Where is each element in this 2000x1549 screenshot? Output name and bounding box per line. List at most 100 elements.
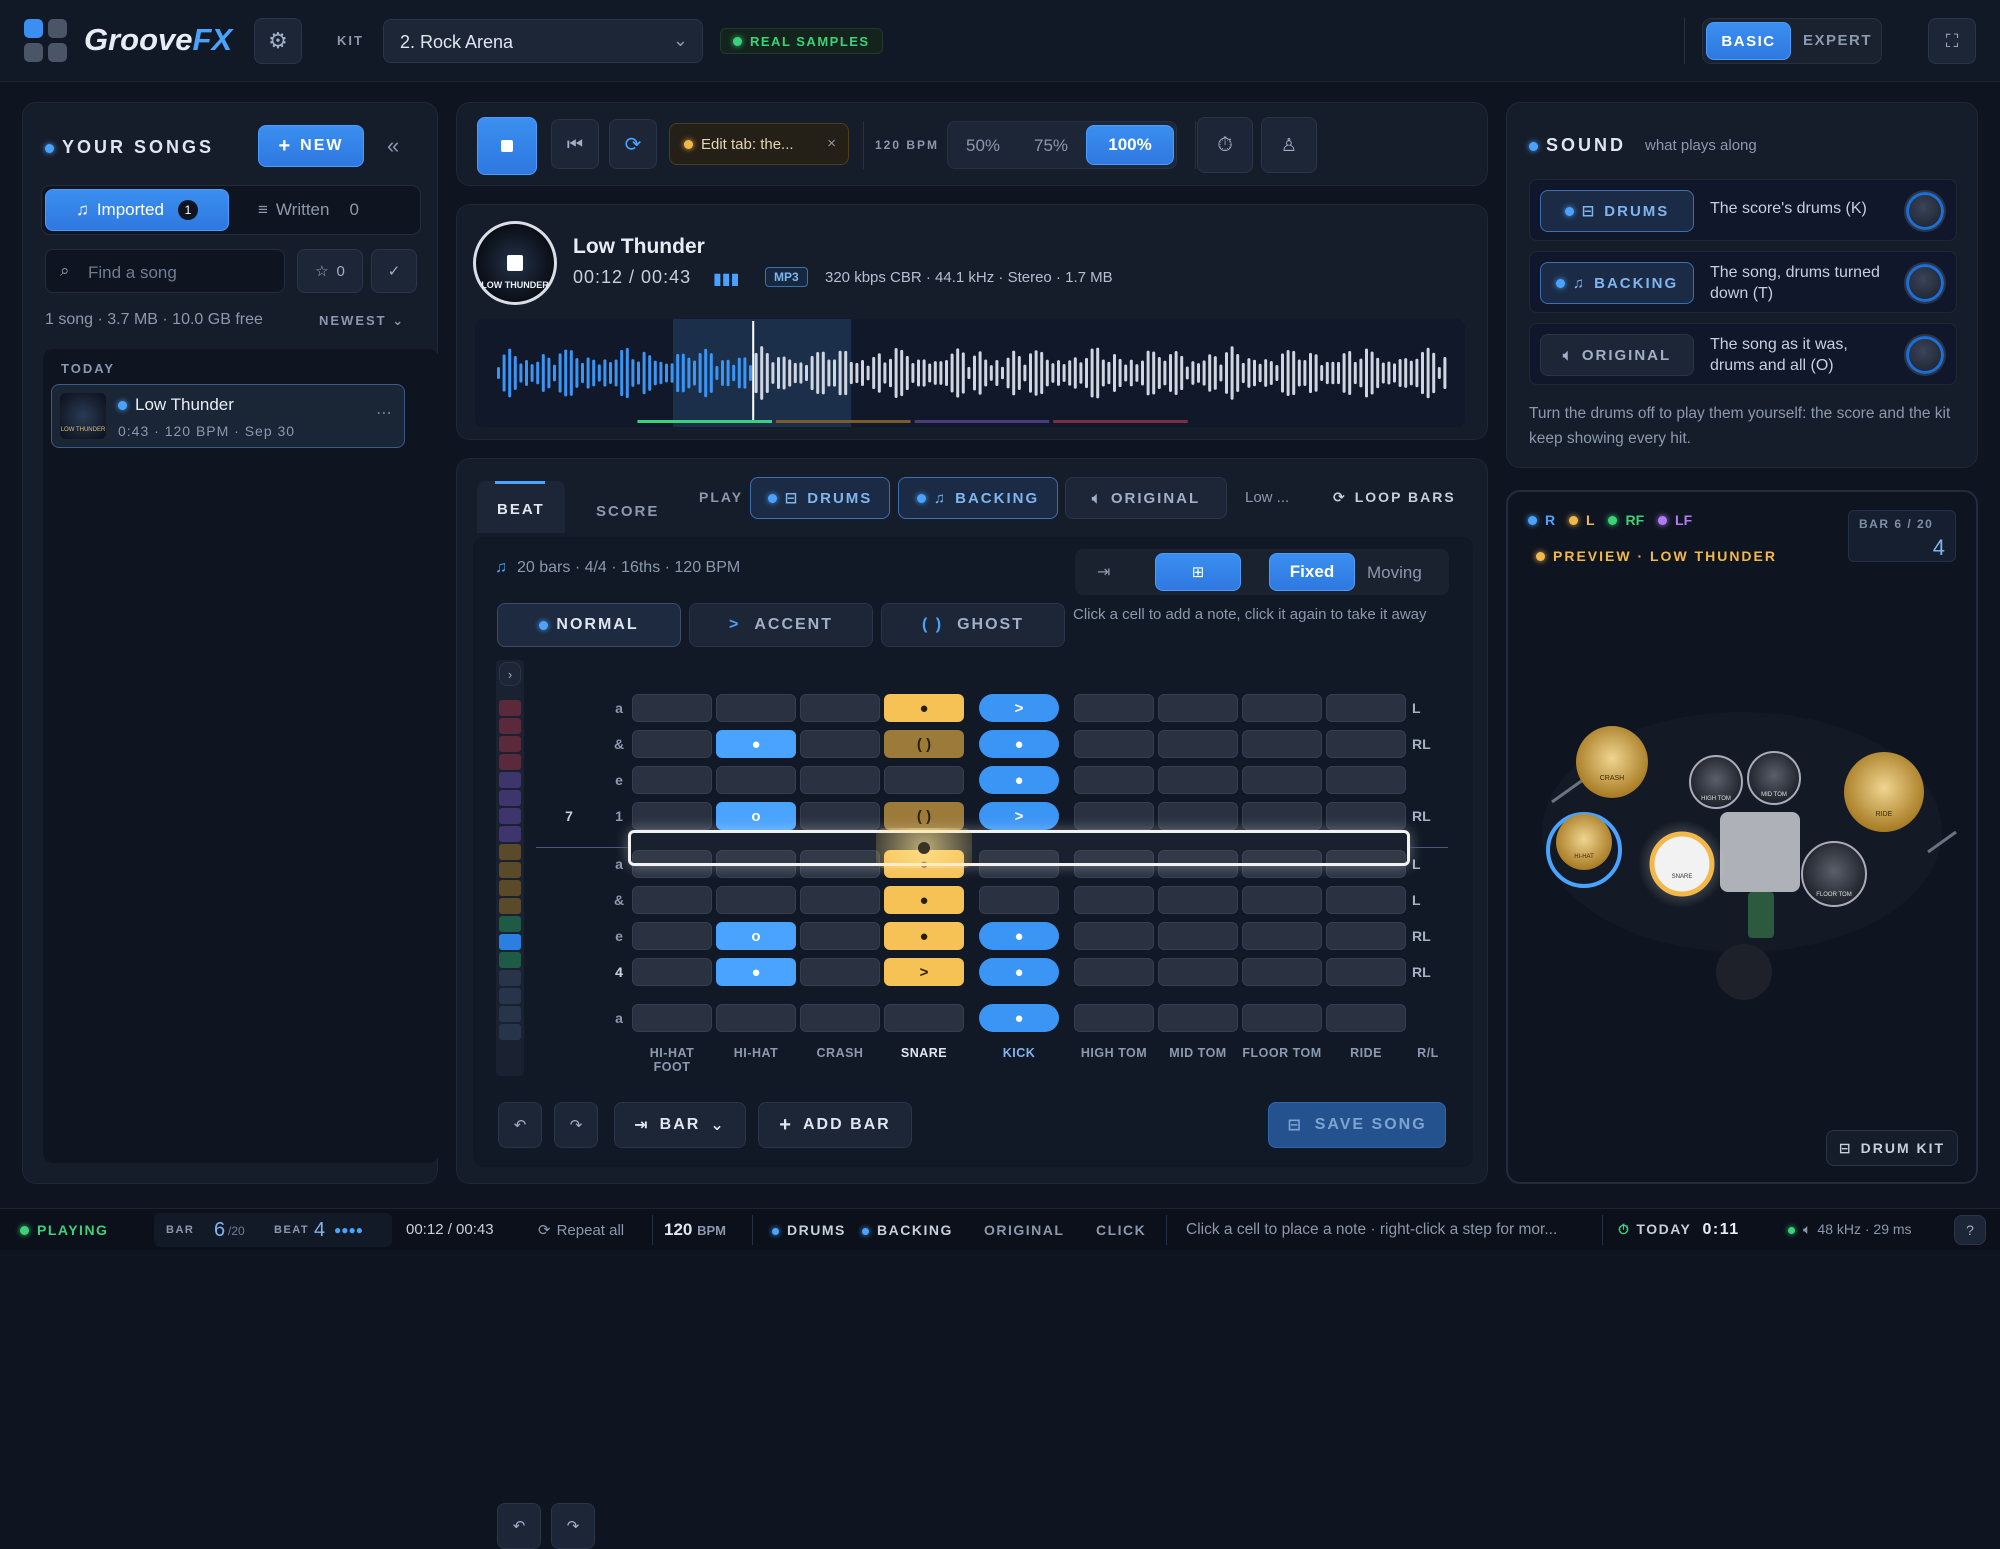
empty-cell[interactable] — [1326, 1004, 1406, 1032]
note-cell[interactable]: > — [979, 694, 1059, 722]
empty-cell[interactable] — [1074, 802, 1154, 830]
bar-strip[interactable] — [499, 736, 521, 752]
empty-cell[interactable] — [1242, 922, 1322, 950]
mode-expert-button[interactable]: EXPERT — [1803, 32, 1872, 49]
rewind-button[interactable]: ⏮ — [551, 119, 599, 169]
status-original[interactable]: ORIGINAL — [984, 1222, 1064, 1238]
settings-button[interactable]: ⚙ — [254, 18, 302, 64]
bar-strip[interactable] — [499, 934, 521, 950]
empty-cell[interactable] — [1158, 1004, 1238, 1032]
section-marker[interactable] — [1053, 420, 1188, 423]
empty-cell[interactable] — [1242, 766, 1322, 794]
empty-cell[interactable] — [1242, 802, 1322, 830]
empty-cell[interactable] — [1158, 766, 1238, 794]
empty-cell[interactable] — [632, 730, 712, 758]
metronome-button[interactable]: ♙ — [1261, 117, 1317, 173]
bar-strip[interactable] — [499, 700, 521, 716]
bar-menu-button[interactable]: ⇥ BAR ⌄ — [614, 1102, 746, 1148]
empty-cell[interactable] — [1074, 694, 1154, 722]
empty-cell[interactable] — [1158, 802, 1238, 830]
sound-backing-toggle[interactable]: ♫ BACKING — [1540, 262, 1694, 304]
search-input[interactable]: ⌕ Find a song — [45, 249, 285, 293]
empty-cell[interactable] — [800, 958, 880, 986]
empty-cell[interactable] — [1158, 886, 1238, 914]
note-cell[interactable]: ● — [979, 730, 1059, 758]
sort-select[interactable]: NEWEST ⌄ — [319, 313, 405, 329]
empty-cell[interactable] — [800, 766, 880, 794]
empty-cell[interactable] — [1074, 886, 1154, 914]
play-drums-toggle[interactable]: ⊟ DRUMS — [750, 477, 890, 519]
status-drums[interactable]: DRUMS — [772, 1222, 846, 1238]
drum-kit-button[interactable]: ⊟ DRUM KIT — [1826, 1130, 1958, 1166]
empty-cell[interactable] — [632, 958, 712, 986]
section-marker[interactable] — [914, 420, 1050, 423]
empty-cell[interactable] — [1326, 922, 1406, 950]
note-cell[interactable]: ● — [716, 730, 796, 758]
align-icon[interactable]: ⇥ — [1097, 562, 1110, 582]
bar-strip[interactable] — [499, 718, 521, 734]
kit-select[interactable]: 2. Rock Arena ⌄ — [383, 19, 703, 63]
empty-cell[interactable] — [800, 886, 880, 914]
help-button[interactable]: ? — [1954, 1215, 1986, 1245]
empty-cell[interactable] — [1158, 730, 1238, 758]
note-normal-button[interactable]: NORMAL — [497, 603, 681, 647]
empty-cell[interactable] — [1242, 886, 1322, 914]
tab-score[interactable]: SCORE — [596, 503, 659, 520]
bar-strip[interactable] — [499, 808, 521, 824]
note-cell[interactable]: ● — [884, 922, 964, 950]
empty-cell[interactable] — [800, 922, 880, 950]
note-cell[interactable]: ( ) — [884, 802, 964, 830]
song-item[interactable]: LOW THUNDER Low Thunder 0:43 · 120 BPM ·… — [51, 384, 405, 448]
section-marker[interactable] — [776, 420, 911, 423]
note-cell[interactable]: ● — [979, 1004, 1059, 1032]
tab-beat[interactable]: BEAT — [477, 481, 565, 533]
add-bar-button[interactable]: + ADD BAR — [758, 1102, 912, 1148]
speed-100-button[interactable]: 100% — [1086, 125, 1174, 165]
empty-cell[interactable] — [716, 886, 796, 914]
bar-strip[interactable] — [499, 970, 521, 986]
empty-cell[interactable] — [1326, 694, 1406, 722]
loop-toggle-button[interactable]: ⟳ — [609, 119, 657, 169]
empty-cell[interactable] — [1326, 730, 1406, 758]
empty-cell[interactable] — [632, 886, 712, 914]
playhead[interactable] — [752, 321, 755, 421]
empty-cell[interactable] — [1242, 1004, 1322, 1032]
play-low-select[interactable]: Low ... — [1245, 489, 1289, 506]
loop-bars-button[interactable]: ⟳ LOOP BARS — [1333, 489, 1456, 506]
timer-button[interactable]: ⏱ — [1197, 117, 1253, 173]
undo-button[interactable]: ↶ — [497, 1503, 541, 1549]
empty-cell[interactable] — [1158, 958, 1238, 986]
new-song-button[interactable]: + NEW — [258, 125, 364, 167]
backing-volume-knob[interactable] — [1904, 262, 1946, 304]
bar-strip[interactable] — [499, 826, 521, 842]
favorites-filter-button[interactable]: ☆ 0 — [297, 249, 363, 293]
status-click[interactable]: CLICK — [1096, 1222, 1146, 1238]
bar-strip[interactable] — [499, 988, 521, 1004]
empty-cell[interactable] — [979, 886, 1059, 914]
more-icon[interactable]: ⋯ — [376, 403, 392, 423]
empty-cell[interactable] — [800, 1004, 880, 1032]
speed-50-button[interactable]: 50% — [966, 136, 1000, 156]
status-backing[interactable]: BACKING — [862, 1222, 953, 1238]
empty-cell[interactable] — [632, 1004, 712, 1032]
chevron-right-icon[interactable]: › — [499, 662, 521, 686]
waveform[interactable] — [475, 319, 1465, 427]
mode-basic-button[interactable]: BASIC — [1706, 22, 1791, 60]
note-cell[interactable]: > — [979, 802, 1059, 830]
fixed-view-button[interactable]: Fixed — [1269, 553, 1355, 591]
chart-view-button[interactable]: ⊞ — [1155, 553, 1241, 591]
empty-cell[interactable] — [884, 1004, 964, 1032]
edit-tab-chip[interactable]: Edit tab: the... × — [669, 123, 849, 165]
bar-strip[interactable] — [499, 880, 521, 896]
empty-cell[interactable] — [716, 694, 796, 722]
drums-volume-knob[interactable] — [1904, 190, 1946, 232]
tab-imported[interactable]: ♫ Imported 1 — [45, 189, 229, 231]
bar-strip[interactable] — [499, 1024, 521, 1040]
empty-cell[interactable] — [1074, 1004, 1154, 1032]
empty-cell[interactable] — [1242, 694, 1322, 722]
redo-button[interactable]: ↷ — [554, 1102, 598, 1148]
empty-cell[interactable] — [800, 802, 880, 830]
empty-cell[interactable] — [716, 766, 796, 794]
empty-cell[interactable] — [1158, 922, 1238, 950]
sound-drums-toggle[interactable]: ⊟ DRUMS — [1540, 190, 1694, 232]
